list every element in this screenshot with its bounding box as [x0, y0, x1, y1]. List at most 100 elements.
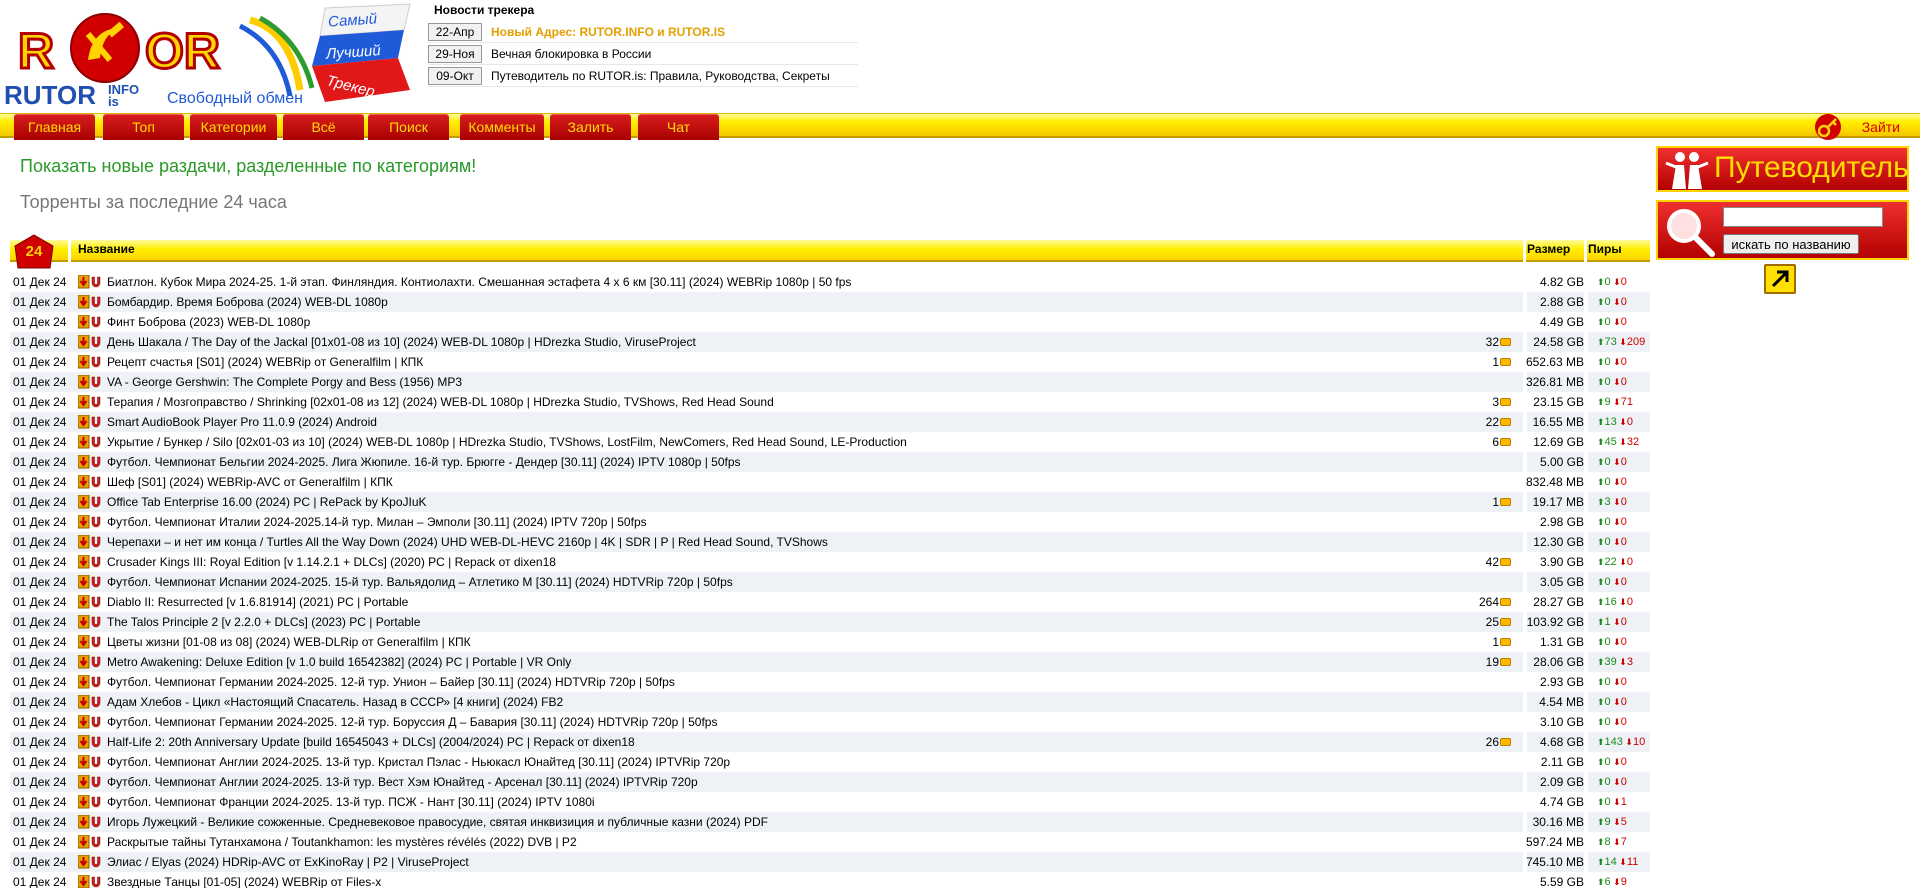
torrent-title-link[interactable]: VA - George Gershwin: The Complete Porgy…	[107, 372, 462, 392]
menu-all[interactable]: Всё	[283, 114, 364, 140]
torrent-title-link[interactable]: Футбол. Чемпионат Германии 2024-2025. 12…	[107, 712, 717, 732]
torrent-title-link[interactable]: Шеф [S01] (2024) WEBRip-AVC от Generalfi…	[107, 472, 393, 492]
torrent-title-link[interactable]: Футбол. Чемпионат Англии 2024-2025. 13-й…	[107, 772, 698, 792]
magnet-icon[interactable]	[90, 655, 102, 669]
magnet-icon[interactable]	[90, 615, 102, 629]
comments-link[interactable]: 32	[1473, 332, 1511, 352]
magnet-icon[interactable]	[90, 435, 102, 449]
site-logo[interactable]: R OR Самый Лучший Трекер RUTOR INFO is С…	[0, 0, 420, 110]
comments-link[interactable]: 6	[1473, 432, 1511, 452]
menu-search[interactable]: Поиск	[368, 114, 449, 140]
torrent-title-link[interactable]: Футбол. Чемпионат Германии 2024-2025. 12…	[107, 672, 675, 692]
up-arrow-button[interactable]	[1764, 264, 1796, 294]
comments-link[interactable]: 1	[1473, 632, 1511, 652]
guide-banner[interactable]: Путеводитель	[1656, 146, 1909, 192]
magnet-icon[interactable]	[90, 815, 102, 829]
magnet-icon[interactable]	[90, 415, 102, 429]
column-separator	[1584, 272, 1588, 292]
magnet-icon[interactable]	[90, 315, 102, 329]
menu-home[interactable]: Главная	[14, 114, 95, 140]
magnet-icon[interactable]	[90, 375, 102, 389]
torrent-title-link[interactable]: Адам Хлебов - Цикл «Настоящий Спасатель.…	[107, 692, 563, 712]
torrent-title-link[interactable]: The Talos Principle 2 [v 2.2.0 + DLCs] (…	[107, 612, 420, 632]
torrent-title-link[interactable]: Цветы жизни [01-08 из 08] (2024) WEB-DLR…	[107, 632, 471, 652]
magnet-icon[interactable]	[90, 695, 102, 709]
search-button[interactable]: искать по названию	[1723, 234, 1859, 254]
torrent-actions	[77, 474, 102, 489]
comments-link[interactable]: 42	[1473, 552, 1511, 572]
torrent-title-link[interactable]: Half-Life 2: 20th Anniversary Update [bu…	[107, 732, 635, 752]
magnet-icon[interactable]	[90, 295, 102, 309]
torrent-title-link[interactable]: Раскрытые тайны Тутанхамона / Toutankham…	[107, 832, 577, 852]
torrent-title-link[interactable]: Футбол. Чемпионат Бельгии 2024-2025. Лиг…	[107, 452, 741, 472]
comments-link[interactable]: 26	[1473, 732, 1511, 752]
magnet-icon[interactable]	[90, 495, 102, 509]
torrent-title-link[interactable]: Терапия / Мозгоправство / Shrinking [02x…	[107, 392, 774, 412]
magnet-icon[interactable]	[90, 515, 102, 529]
magnet-icon[interactable]	[90, 335, 102, 349]
column-separator	[1523, 492, 1527, 512]
magnet-icon[interactable]	[90, 575, 102, 589]
menu-comments[interactable]: Комменты	[460, 114, 544, 140]
torrent-title-link[interactable]: Финт Боброва (2023) WEB-DL 1080p	[107, 312, 310, 332]
magnet-icon[interactable]	[90, 275, 102, 289]
magnet-icon[interactable]	[90, 715, 102, 729]
magnet-icon[interactable]	[90, 775, 102, 789]
torrent-title-link[interactable]: Футбол. Чемпионат Франции 2024-2025. 13-…	[107, 792, 595, 812]
magnet-icon[interactable]	[90, 455, 102, 469]
magnet-icon[interactable]	[90, 835, 102, 849]
login-button[interactable]: Зайти	[1814, 114, 1908, 140]
torrent-title-link[interactable]: Smart AudioBook Player Pro 11.0.9 (2024)…	[107, 412, 377, 432]
magnet-icon[interactable]	[90, 855, 102, 869]
comments-link[interactable]: 22	[1473, 412, 1511, 432]
torrent-title-link[interactable]: День Шакала / The Day of the Jackal [01x…	[107, 332, 696, 352]
magnet-icon[interactable]	[90, 595, 102, 609]
magnet-icon[interactable]	[90, 875, 102, 888]
magnet-icon[interactable]	[90, 395, 102, 409]
torrent-title-link[interactable]: Рецепт счастья [S01] (2024) WEBRip от Ge…	[107, 352, 423, 372]
magnet-icon[interactable]	[90, 355, 102, 369]
menu-categories[interactable]: Категории	[190, 114, 277, 140]
show-by-category-link[interactable]: Показать новые раздачи, разделенные по к…	[20, 156, 476, 177]
comments-link[interactable]: 1	[1473, 352, 1511, 372]
menu-upload[interactable]: Залить	[550, 114, 631, 140]
torrent-title-link[interactable]: Футбол. Чемпионат Испании 2024-2025. 15-…	[107, 572, 733, 592]
torrent-title-link[interactable]: Футбол. Чемпионат Англии 2024-2025. 13-й…	[107, 752, 730, 772]
comments-link[interactable]: 3	[1473, 392, 1511, 412]
magnet-icon[interactable]	[90, 555, 102, 569]
magnet-icon[interactable]	[90, 535, 102, 549]
torrent-title-link[interactable]: Metro Awakening: Deluxe Edition [v 1.0 b…	[107, 652, 571, 672]
seeders-arrow-icon: ⬆	[1597, 877, 1605, 887]
magnet-icon[interactable]	[90, 635, 102, 649]
comments-link[interactable]: 264	[1473, 592, 1511, 612]
torrent-title-link[interactable]: Футбол. Чемпионат Италии 2024-2025.14-й …	[107, 512, 647, 532]
comments-link[interactable]: 1	[1473, 492, 1511, 512]
torrent-title-link[interactable]: Элиас / Elyas (2024) HDRip-AVC от ExKino…	[107, 852, 469, 872]
search-input[interactable]	[1723, 207, 1883, 227]
torrent-title-link[interactable]: Черепахи – и нет им конца / Turtles All …	[107, 532, 828, 552]
comments-link[interactable]: 25	[1473, 612, 1511, 632]
magnet-icon[interactable]	[90, 675, 102, 689]
torrent-size: 326.81 MB	[1525, 375, 1584, 389]
torrent-title-link[interactable]: Diablo II: Resurrected [v 1.6.81914] (20…	[107, 592, 408, 612]
magnet-icon[interactable]	[90, 475, 102, 489]
leechers-arrow-icon: ⬇	[1610, 497, 1621, 507]
seeders-arrow-icon: ⬆	[1597, 557, 1605, 567]
news-link[interactable]: Вечная блокировка в России	[491, 47, 651, 61]
news-link[interactable]: Путеводитель по RUTOR.is: Правила, Руков…	[491, 69, 830, 83]
news-link[interactable]: Новый Адрес: RUTOR.INFO и RUTOR.IS	[491, 25, 725, 39]
torrent-title-link[interactable]: Биатлон. Кубок Мира 2024-25. 1-й этап. Ф…	[107, 272, 851, 292]
magnet-icon[interactable]	[90, 755, 102, 769]
torrent-title-link[interactable]: Office Tab Enterprise 16.00 (2024) PC | …	[107, 492, 427, 512]
magnet-icon[interactable]	[90, 735, 102, 749]
menu-top[interactable]: Топ	[103, 114, 184, 140]
torrent-title-link[interactable]: Звездные Танцы [01-05] (2024) WEBRip от …	[107, 872, 381, 888]
torrent-title-link[interactable]: Игорь Лужецкий - Великие сожженные. Сред…	[107, 812, 768, 832]
magnet-icon[interactable]	[90, 795, 102, 809]
torrent-title-link[interactable]: Укрытие / Бункер / Silo [02x01-03 из 10]…	[107, 432, 907, 452]
leechers-arrow-icon: ⬇	[1610, 817, 1621, 827]
comments-link[interactable]: 19	[1473, 652, 1511, 672]
torrent-title-link[interactable]: Crusader Kings III: Royal Edition [v 1.1…	[107, 552, 556, 572]
torrent-title-link[interactable]: Бомбардир. Время Боброва (2024) WEB-DL 1…	[107, 292, 388, 312]
menu-chat[interactable]: Чат	[638, 114, 719, 140]
